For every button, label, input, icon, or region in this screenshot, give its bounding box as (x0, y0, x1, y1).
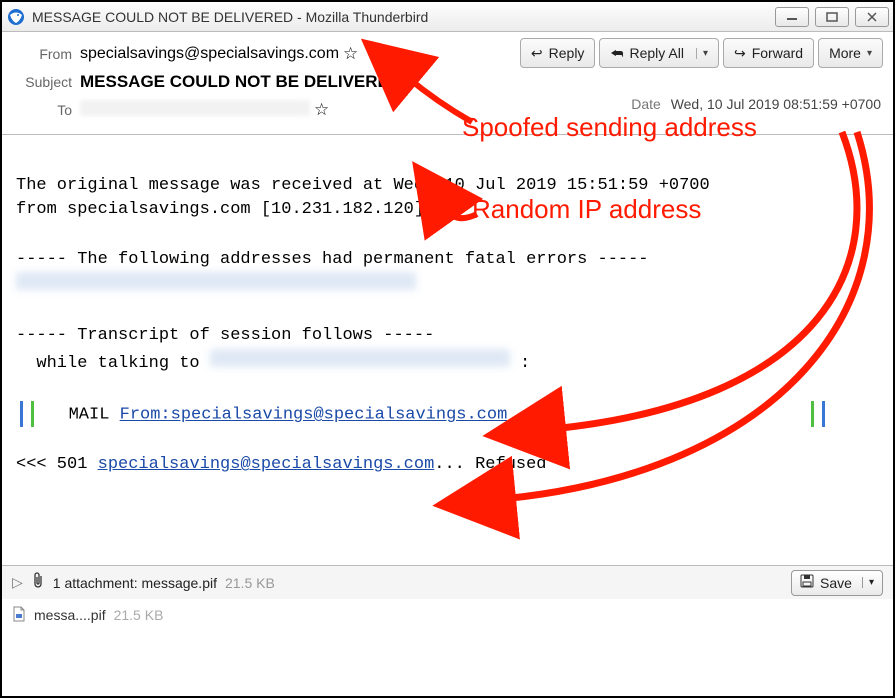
attachment-summary-size: 21.5 KB (225, 575, 275, 591)
date-label: Date (631, 96, 661, 112)
forward-button[interactable]: ↪ Forward (723, 38, 814, 68)
window-title: MESSAGE COULD NOT BE DELIVERED - Mozilla… (32, 9, 775, 25)
attachment-summary-bar: ▷ 1 attachment: message.pif 21.5 KB Save… (2, 565, 893, 599)
save-dropdown[interactable]: ▾ (862, 577, 874, 588)
quote-bar-icon (811, 401, 814, 427)
action-toolbar: ↩ Reply ⮪ Reply All ▾ ↪ Forward More ▾ (520, 38, 883, 68)
forward-icon: ↪ (734, 45, 746, 62)
body-sep1: ----- The following addresses had perman… (16, 250, 649, 269)
last-pre: <<< 501 (16, 455, 98, 474)
redacted-address (16, 272, 416, 290)
body-ip: [10.231.182.120] (261, 200, 424, 219)
reply-all-label: Reply All (629, 45, 683, 61)
paperclip-icon (31, 572, 45, 593)
last-post: ... Refused (434, 455, 546, 474)
save-label: Save (820, 575, 852, 591)
reply-button[interactable]: ↩ Reply (520, 38, 596, 68)
attachment-filesize: 21.5 KB (114, 607, 164, 623)
reply-label: Reply (549, 45, 585, 61)
quote-bar-icon (31, 401, 34, 427)
attachment-item[interactable]: messa....pif 21.5 KB (2, 599, 893, 631)
to-value (80, 100, 310, 121)
reply-all-dropdown[interactable]: ▾ (696, 48, 708, 59)
date-value: Wed, 10 Jul 2019 08:51:59 +0700 (671, 96, 881, 112)
quote-bar-icon (822, 401, 825, 427)
chevron-down-icon: ▾ (867, 48, 872, 59)
save-icon (800, 574, 814, 591)
date-block: Date Wed, 10 Jul 2019 08:51:59 +0700 (631, 96, 881, 112)
body-line2a: from specialsavings.com (16, 200, 261, 219)
reply-icon: ↩ (531, 45, 543, 62)
quote-bar-icon (20, 401, 23, 427)
attachment-summary-text[interactable]: 1 attachment: message.pif (53, 575, 217, 591)
collapse-icon[interactable]: ▷ (12, 574, 23, 591)
more-label: More (829, 45, 861, 61)
window-titlebar: MESSAGE COULD NOT BE DELIVERED - Mozilla… (2, 2, 893, 32)
from-label: From (12, 46, 72, 62)
message-body: The original message was received at Wed… (2, 135, 893, 565)
forward-label: Forward (752, 45, 803, 61)
body-sep2: ----- Transcript of session follows ----… (16, 326, 434, 345)
to-label: To (12, 102, 72, 118)
mail-from-link[interactable]: From:specialsavings@specialsavings.com (120, 406, 508, 425)
window-close-button[interactable] (855, 7, 889, 27)
file-icon (12, 606, 26, 625)
star-icon[interactable]: ☆ (343, 44, 358, 64)
body-line1: The original message was received at Wed… (16, 176, 710, 195)
refused-address-link[interactable]: specialsavings@specialsavings.com (98, 455, 435, 474)
subject-value: MESSAGE COULD NOT BE DELIVERED (80, 72, 401, 92)
window-maximize-button[interactable] (815, 7, 849, 27)
save-attachment-button[interactable]: Save ▾ (791, 570, 883, 596)
from-value[interactable]: specialsavings@specialsavings.com (80, 45, 339, 63)
body-while: while talking to (16, 354, 210, 373)
attachment-filename: messa....pif (34, 607, 106, 623)
thunderbird-icon (6, 7, 26, 27)
message-header-pane: ↩ Reply ⮪ Reply All ▾ ↪ Forward More ▾ F… (2, 32, 893, 135)
window-minimize-button[interactable] (775, 7, 809, 27)
mail-pre: MAIL (38, 406, 120, 425)
reply-all-button[interactable]: ⮪ Reply All ▾ (599, 38, 719, 68)
reply-all-icon: ⮪ (610, 45, 623, 62)
redacted-host (210, 349, 510, 367)
more-button[interactable]: More ▾ (818, 38, 883, 68)
subject-label: Subject (12, 74, 72, 90)
body-colon: : (510, 354, 530, 373)
star-icon[interactable]: ☆ (314, 100, 329, 120)
